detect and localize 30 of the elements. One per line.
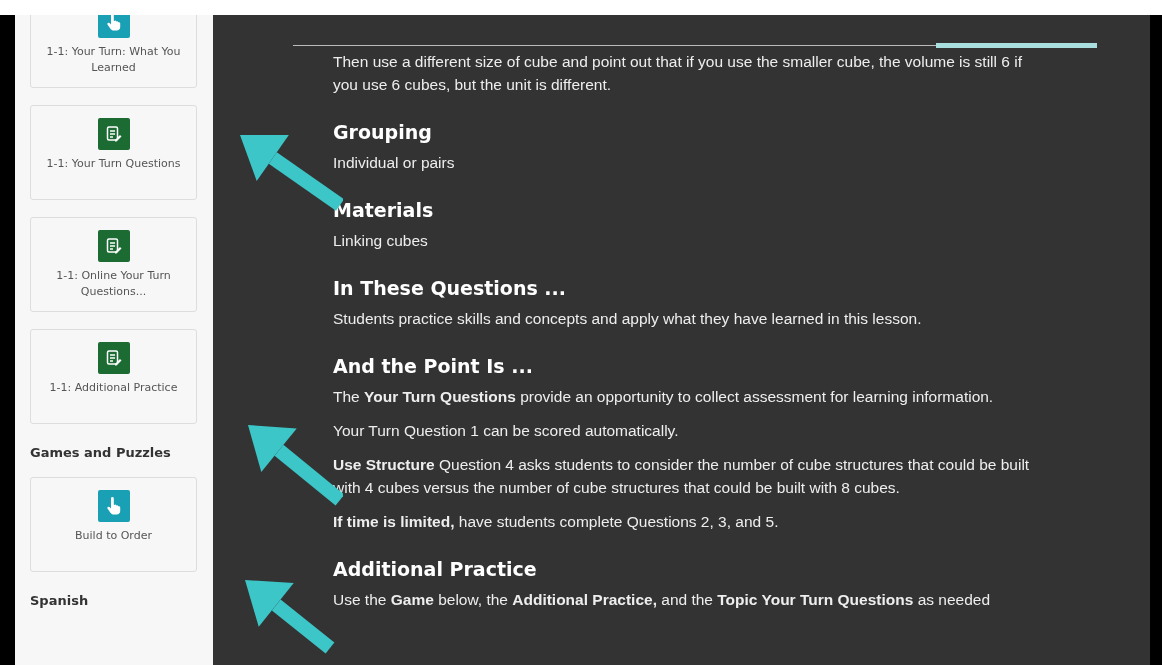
document-edit-icon	[105, 238, 122, 254]
resource-card[interactable]: 1-1: Additional Practice	[30, 329, 197, 424]
paragraph: Linking cubes	[333, 231, 429, 251]
paragraph: The Your Turn Questions provide an opportunity to collect assessment for learning information.	[333, 387, 995, 407]
section-heading: Spanish	[30, 593, 90, 608]
section-heading: Grouping	[333, 121, 433, 143]
section-heading: In These Questions ...	[333, 277, 568, 299]
section-heading: Games and Puzzles	[30, 445, 172, 460]
document-edit-icon	[105, 126, 122, 142]
section-heading: Materials	[333, 199, 435, 221]
document-edit-icon	[105, 350, 122, 366]
resource-card[interactable]: 1-1: Your Turn: What You Learned	[30, 15, 197, 88]
paragraph: Individual or pairs	[333, 153, 456, 173]
resource-card[interactable]: Build to Order	[30, 477, 197, 572]
paragraph: Your Turn Question 1 can be scored automatically.	[333, 421, 680, 441]
section-heading: And the Point Is ...	[333, 355, 534, 377]
card-label: 1-1: Your Turn: What You Learned	[45, 44, 182, 76]
card-label: Build to Order	[74, 528, 153, 544]
paragraph: If time is limited, have students complete Questions 2, 3, and 5.	[333, 512, 780, 532]
paragraph: Then use a different size of cube and point out that if you use the smaller cube, the volume is still 6 if you use 6 cubes, but the unit is different.	[333, 52, 1023, 95]
card-label: 1-1: Online Your Turn Questions...	[55, 268, 172, 300]
section-heading: Additional Practice	[333, 558, 538, 580]
hand-pointer-icon	[105, 15, 122, 31]
hand-pointer-icon	[105, 497, 122, 515]
paragraph: Students practice skills and concepts and apply what they have learned in this lesson.	[333, 309, 923, 329]
card-label: 1-1: Your Turn Questions	[45, 156, 182, 172]
paragraph: Use the Game below, the Additional Practice, and the Topic Your Turn Questions as needed	[333, 590, 992, 610]
card-label: 1-1: Additional Practice	[48, 380, 179, 396]
resource-card[interactable]: 1-1: Your Turn Questions	[30, 105, 197, 200]
resource-card[interactable]: 1-1: Online Your Turn Questions...	[30, 217, 197, 312]
